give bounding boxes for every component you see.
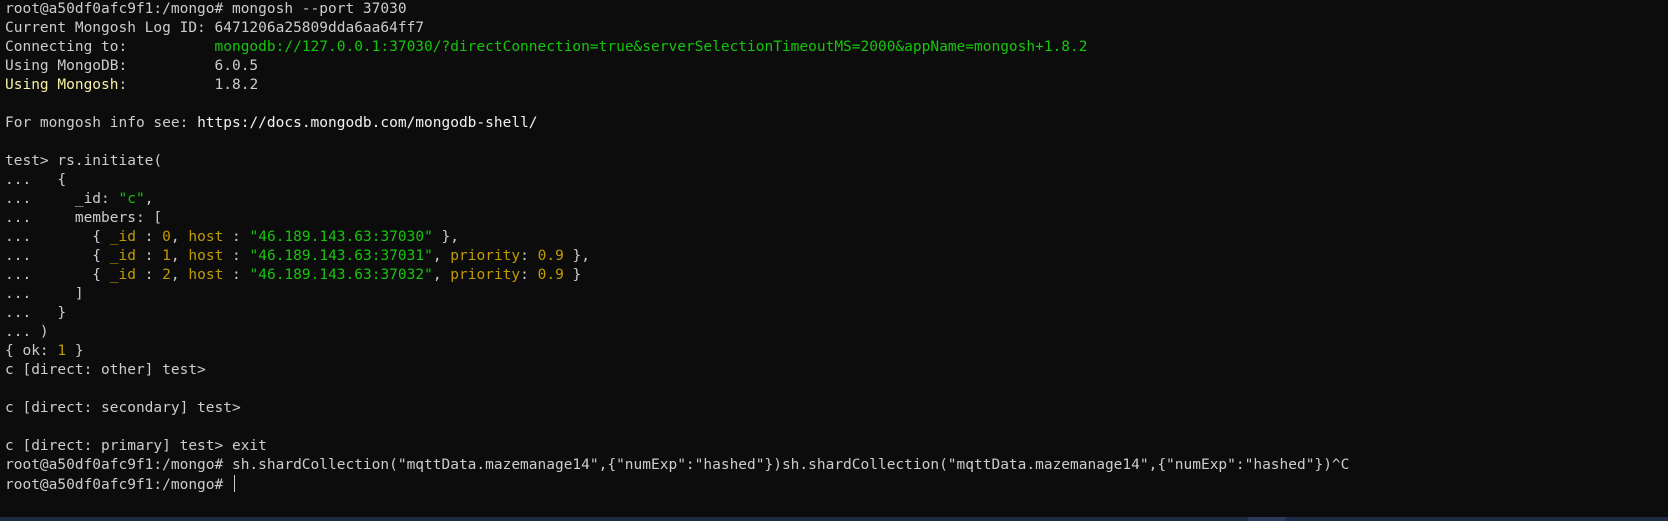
terminal-line: ... { _id : 2, host : "46.189.143.63:370… [5, 266, 1668, 285]
terminal-text-segment: c [direct: primary] test> exit [5, 438, 267, 454]
terminal-text-segment: root@a50df0afc9f1:/mongo# mongosh --port… [5, 1, 407, 17]
terminal-text-segment: Using Mongosh [5, 77, 119, 93]
terminal-text-segment: c [direct: other] test> [5, 362, 206, 378]
terminal-text-segment: Current Mongosh Log ID: 6471206a25809dda… [5, 20, 425, 36]
terminal-text-segment: Connecting to: [5, 39, 215, 55]
terminal-line: ... ) [5, 323, 1668, 342]
terminal-text-segment: { ok: [5, 343, 58, 359]
terminal-text-segment: test> rs.initiate( [5, 153, 163, 169]
terminal-text-segment: _id [109, 248, 136, 264]
terminal-line: c [direct: other] test> [5, 361, 1668, 380]
terminal-line: Current Mongosh Log ID: 6471206a25809dda… [5, 19, 1668, 38]
terminal-text-segment: ... ] [5, 286, 84, 302]
terminal-text-segment: }, [563, 248, 591, 264]
terminal-text-segment: : [520, 267, 538, 283]
terminal-output: root@a50df0afc9f1:/mongo# mongosh --port… [5, 0, 1668, 494]
terminal-text-segment: } [66, 343, 84, 359]
terminal-text-segment: 1 [57, 343, 67, 359]
terminal-text-segment: , [144, 191, 154, 207]
terminal-text-segment: : [135, 248, 163, 264]
terminal-text-segment: ... } [5, 305, 67, 321]
terminal-line: ... { _id : 0, host : "46.189.143.63:370… [5, 228, 1668, 247]
terminal-text-segment: , [170, 267, 189, 283]
terminal-text-segment: root@a50df0afc9f1:/mongo# [5, 477, 232, 493]
terminal-text-segment: : [223, 267, 250, 283]
terminal-text-segment: , [432, 248, 451, 264]
terminal-text-segment: 1 [162, 248, 171, 264]
terminal-text-segment: "c" [118, 191, 145, 207]
terminal-text-segment: _id [109, 267, 136, 283]
terminal-text-segment: c [direct: secondary] test> [5, 400, 241, 416]
terminal-text-segment: ... { [5, 229, 110, 245]
terminal-text-segment: ... ) [5, 324, 49, 340]
terminal-line: Connecting to: mongodb://127.0.0.1:37030… [5, 38, 1668, 57]
terminal-text-segment: , [170, 248, 189, 264]
terminal-line: ... members: [ [5, 209, 1668, 228]
terminal-text-segment: host [188, 267, 224, 283]
terminal-text-segment: } [563, 267, 582, 283]
terminal-text-segment: "46.189.143.63:37032" [249, 267, 433, 283]
terminal-line: root@a50df0afc9f1:/mongo# [5, 475, 1668, 494]
terminal-line: Using MongoDB: 6.0.5 [5, 57, 1668, 76]
taskbar-strip [0, 517, 1668, 521]
terminal-line: c [direct: primary] test> exit [5, 437, 1668, 456]
terminal-text-segment: : [223, 229, 250, 245]
terminal-line: root@a50df0afc9f1:/mongo# sh.shardCollec… [5, 456, 1668, 475]
terminal-text-segment: 0 [162, 229, 171, 245]
terminal-line: { ok: 1 } [5, 342, 1668, 361]
terminal-text-segment: 2 [162, 267, 171, 283]
terminal-text-segment: 0.9 [537, 248, 564, 264]
terminal-line: root@a50df0afc9f1:/mongo# mongosh --port… [5, 0, 1668, 19]
terminal-window[interactable]: root@a50df0afc9f1:/mongo# mongosh --port… [0, 0, 1668, 521]
terminal-line: ... ] [5, 285, 1668, 304]
terminal-text-segment: , [432, 267, 451, 283]
terminal-text-segment: root@a50df0afc9f1:/mongo# sh.shardCollec… [5, 457, 1350, 473]
terminal-text-segment: For mongosh info see: [5, 115, 198, 131]
terminal-text-segment: ... members: [ [5, 210, 163, 226]
terminal-line: ... _id: "c", [5, 190, 1668, 209]
terminal-line: Using Mongosh: 1.8.2 [5, 76, 1668, 95]
terminal-text-segment: : [135, 229, 163, 245]
taskbar-highlight [1248, 517, 1286, 521]
terminal-text-segment: host [188, 229, 224, 245]
terminal-text-segment: mongodb://127.0.0.1:37030/?directConnect… [214, 39, 1088, 55]
terminal-text-segment: priority [450, 248, 521, 264]
terminal-text-segment: "46.189.143.63:37031" [249, 248, 433, 264]
terminal-line: For mongosh info see: https://docs.mongo… [5, 114, 1668, 133]
terminal-line: c [direct: secondary] test> [5, 399, 1668, 418]
text-cursor[interactable] [233, 475, 235, 492]
terminal-text-segment: host [188, 248, 224, 264]
terminal-text-segment: "46.189.143.63:37030" [249, 229, 433, 245]
terminal-text-segment: priority [450, 267, 521, 283]
terminal-line: ... { [5, 171, 1668, 190]
terminal-text-segment: 0.9 [537, 267, 564, 283]
terminal-line: ... } [5, 304, 1668, 323]
terminal-text-segment: : [135, 267, 163, 283]
terminal-text-segment: ... _id: [5, 191, 119, 207]
terminal-text-segment: , [170, 229, 189, 245]
terminal-text-segment: ... { [5, 172, 67, 188]
terminal-line: test> rs.initiate( [5, 152, 1668, 171]
terminal-text-segment: ... { [5, 248, 110, 264]
terminal-text-segment: https://docs.mongodb.com/mongodb-shell/ [197, 115, 538, 131]
terminal-text-segment: _id [109, 229, 136, 245]
terminal-text-segment: Using MongoDB: 6.0.5 [5, 58, 259, 74]
terminal-line: ... { _id : 1, host : "46.189.143.63:370… [5, 247, 1668, 266]
terminal-text-segment: : 1.8.2 [118, 77, 259, 93]
terminal-text-segment: }, [432, 229, 460, 245]
terminal-text-segment: ... { [5, 267, 110, 283]
terminal-text-segment: : [520, 248, 538, 264]
terminal-text-segment: : [223, 248, 250, 264]
